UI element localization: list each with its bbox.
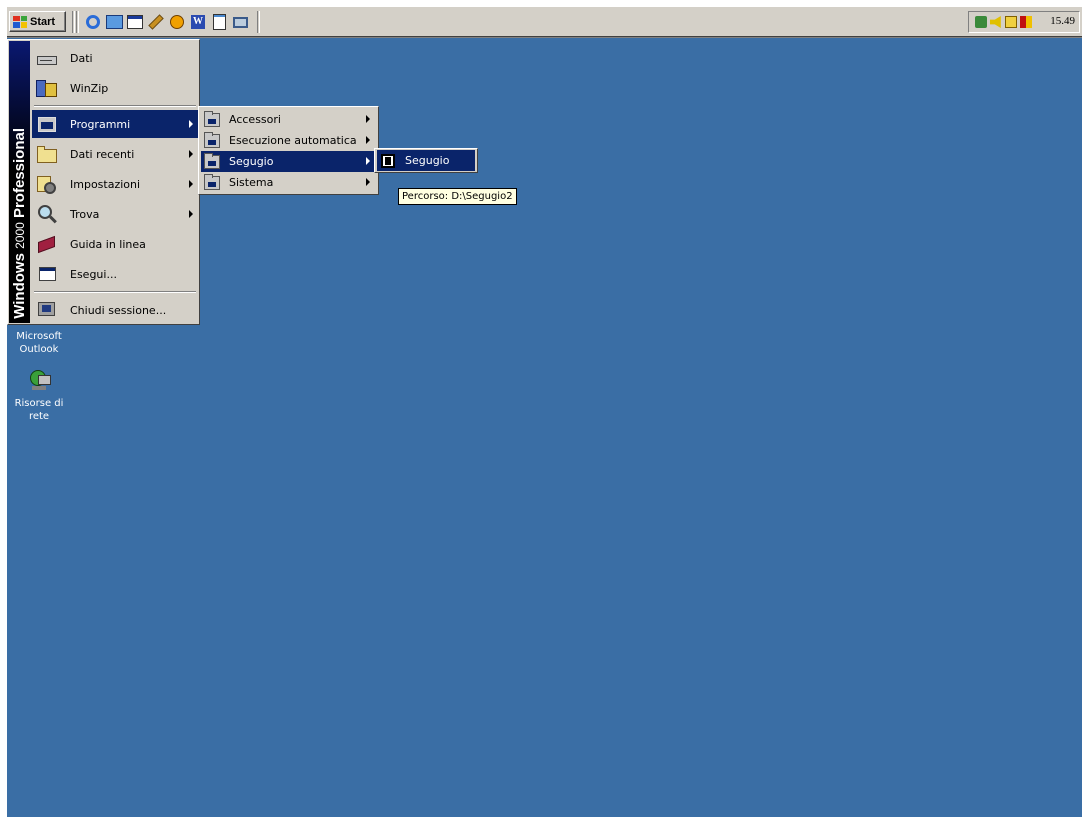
taskbar-separator bbox=[72, 11, 75, 33]
desktop-icon-outlook[interactable]: Microsoft Outlook bbox=[7, 330, 74, 356]
windows-logo-icon bbox=[13, 15, 27, 28]
start-menu: Windows 2000 Professional Dati WinZip Pr… bbox=[7, 39, 200, 325]
clock[interactable]: 15.49 bbox=[1050, 15, 1075, 27]
programs-item-esecuzione-automatica[interactable]: Esecuzione automatica bbox=[201, 130, 376, 151]
programs-item-accessori[interactable]: Accessori bbox=[201, 109, 376, 130]
computer-icon[interactable] bbox=[231, 13, 249, 31]
program-group-icon bbox=[204, 152, 220, 169]
submenu-arrow-icon bbox=[189, 150, 193, 158]
desktop[interactable]: Start W 15.49 Microsoft Outlook Risorse … bbox=[7, 7, 1082, 817]
network-tray-icon[interactable] bbox=[975, 16, 987, 28]
paint-icon[interactable] bbox=[147, 13, 165, 31]
taskbar-separator bbox=[257, 11, 260, 33]
menu-separator bbox=[34, 291, 196, 293]
programs-icon bbox=[36, 114, 58, 134]
menu-separator bbox=[34, 105, 196, 107]
start-item-trova[interactable]: Trova bbox=[32, 200, 199, 228]
submenu-arrow-icon bbox=[189, 120, 193, 128]
program-group-icon bbox=[204, 131, 220, 148]
media-player-icon[interactable] bbox=[168, 13, 186, 31]
programs-submenu: Accessori Esecuzione automatica Segugio … bbox=[198, 106, 379, 195]
volume-tray-icon[interactable] bbox=[990, 16, 1001, 28]
help-book-icon bbox=[36, 234, 58, 254]
start-item-guida[interactable]: Guida in linea bbox=[32, 230, 199, 258]
submenu-arrow-icon bbox=[366, 178, 370, 186]
segugio-item-segugio[interactable]: Segugio bbox=[377, 150, 475, 171]
start-item-dati-recenti[interactable]: Dati recenti bbox=[32, 140, 199, 168]
shutdown-icon bbox=[36, 300, 58, 320]
submenu-arrow-icon bbox=[189, 210, 193, 218]
submenu-arrow-icon bbox=[366, 136, 370, 144]
printer-tray-icon[interactable] bbox=[1005, 16, 1017, 28]
ie-icon[interactable] bbox=[84, 13, 102, 31]
start-button[interactable]: Start bbox=[9, 11, 66, 32]
notepad-icon[interactable] bbox=[210, 13, 228, 31]
start-item-esegui[interactable]: Esegui... bbox=[32, 260, 199, 288]
word-icon[interactable]: W bbox=[189, 13, 207, 31]
program-group-icon bbox=[204, 110, 220, 127]
start-item-chiudi-sessione[interactable]: Chiudi sessione... bbox=[32, 296, 199, 324]
winzip-icon bbox=[36, 78, 58, 98]
segugio-submenu: Segugio bbox=[374, 148, 478, 173]
taskbar-separator bbox=[76, 11, 79, 33]
start-item-dati[interactable]: Dati bbox=[32, 44, 199, 72]
start-item-winzip[interactable]: WinZip bbox=[32, 74, 199, 102]
run-icon bbox=[36, 264, 58, 284]
submenu-arrow-icon bbox=[366, 115, 370, 123]
desktop-icon-label: Microsoft Outlook bbox=[16, 331, 62, 355]
documents-folder-icon bbox=[36, 144, 58, 164]
submenu-arrow-icon bbox=[366, 157, 370, 165]
programs-item-segugio[interactable]: Segugio bbox=[201, 151, 376, 172]
submenu-arrow-icon bbox=[189, 180, 193, 188]
path-tooltip: Percorso: D:\Segugio2 bbox=[398, 188, 517, 205]
start-item-impostazioni[interactable]: Impostazioni bbox=[32, 170, 199, 198]
drive-icon bbox=[36, 48, 58, 68]
taskbar: Start W 15.49 bbox=[7, 7, 1082, 38]
show-desktop-icon[interactable] bbox=[126, 13, 144, 31]
search-icon bbox=[36, 204, 58, 224]
start-label: Start bbox=[30, 15, 56, 28]
segugio-app-icon bbox=[380, 153, 396, 168]
programs-item-sistema[interactable]: Sistema bbox=[201, 172, 376, 193]
system-tray: 15.49 bbox=[968, 11, 1080, 33]
start-menu-banner: Windows 2000 Professional bbox=[9, 41, 30, 323]
desktop-icon-label: Risorse di rete bbox=[14, 398, 64, 422]
desktop-icon-network[interactable]: Risorse di rete bbox=[7, 367, 74, 423]
settings-icon bbox=[36, 174, 58, 194]
start-item-programmi[interactable]: Programmi bbox=[32, 110, 199, 138]
network-places-icon bbox=[26, 367, 52, 393]
outlook-express-icon[interactable] bbox=[105, 13, 123, 31]
antivirus-tray-icon[interactable] bbox=[1020, 16, 1032, 28]
program-group-icon bbox=[204, 173, 220, 190]
